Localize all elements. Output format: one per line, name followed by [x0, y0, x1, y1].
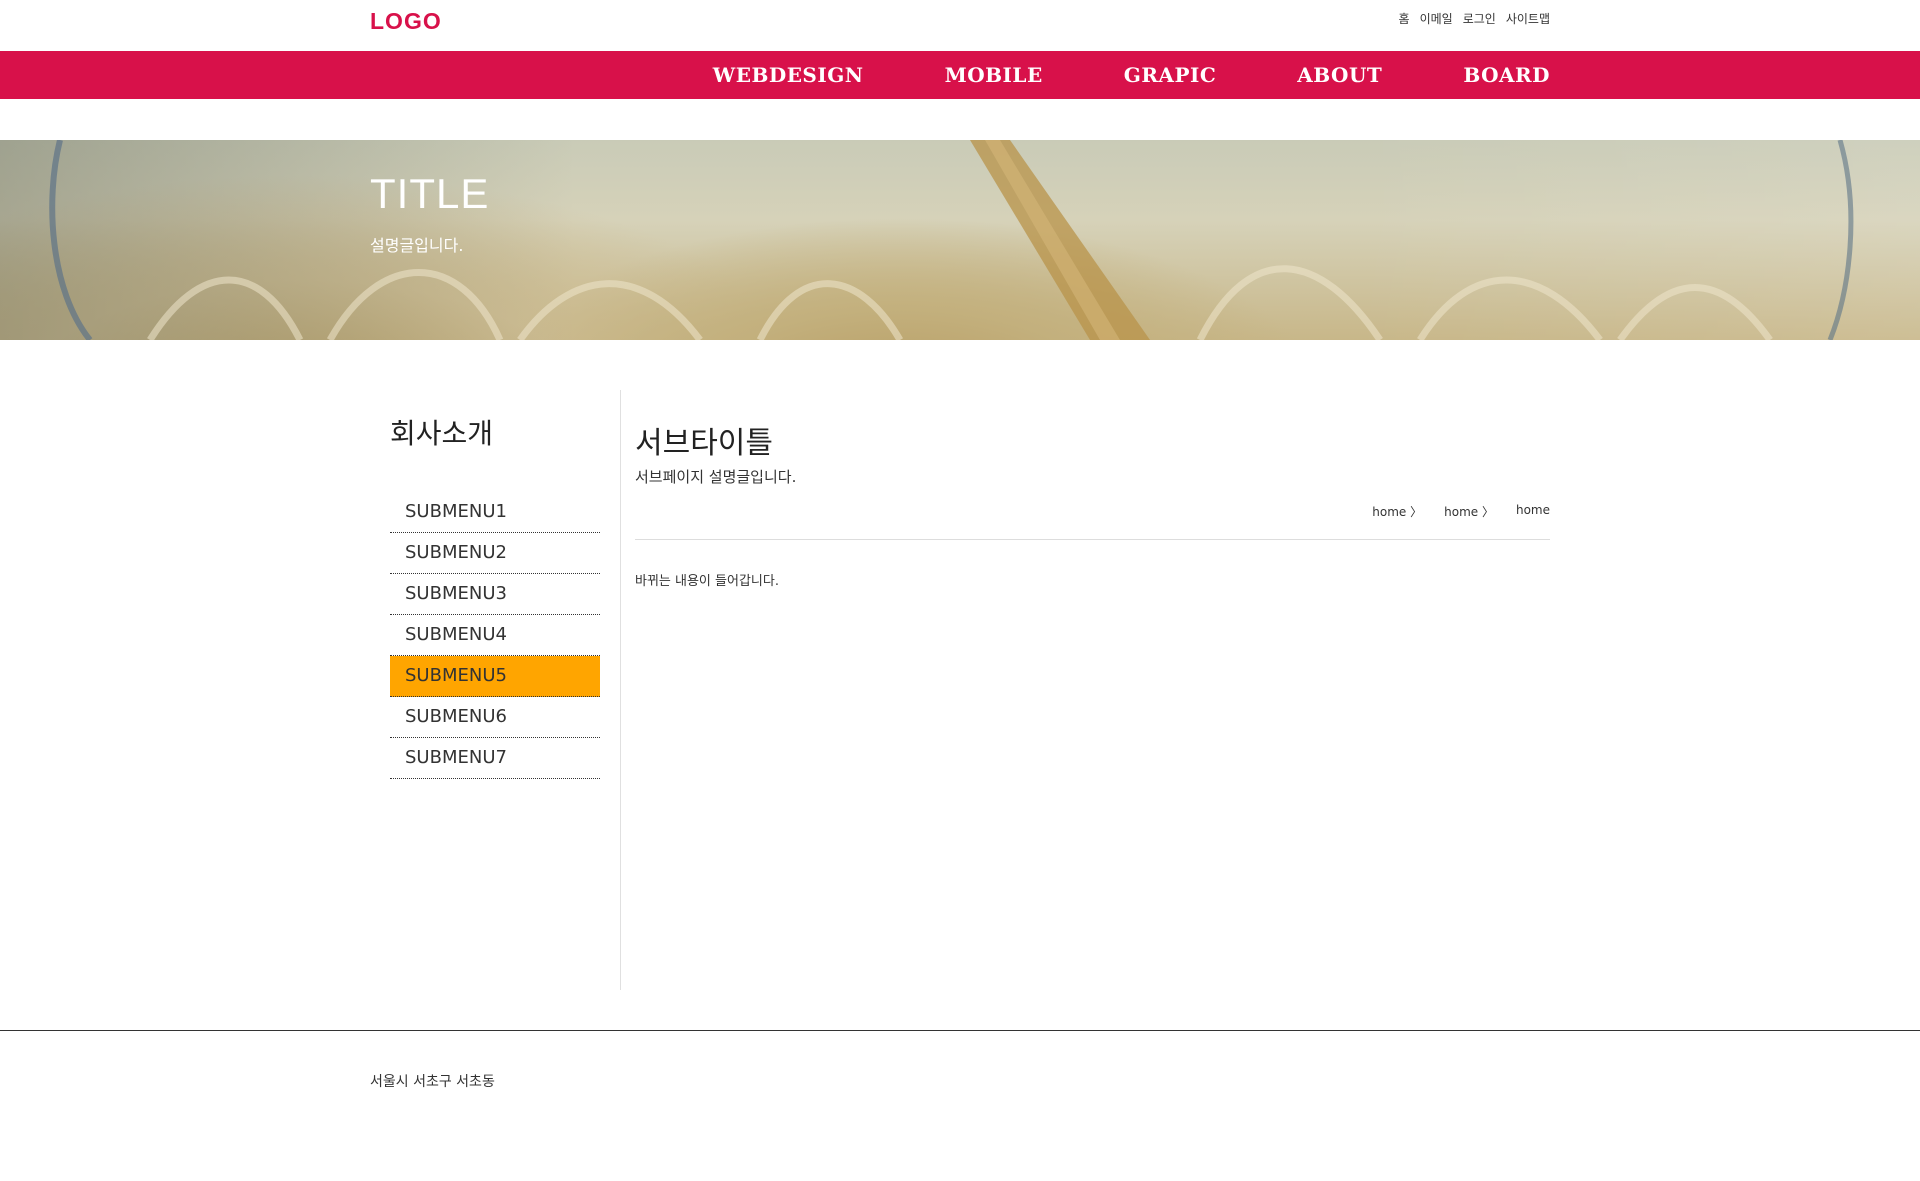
page-subtitle: 서브타이틀 — [635, 426, 773, 461]
sub-nav-item[interactable]: SUBMENU3 — [390, 574, 600, 615]
hero-background-art — [49, 140, 1854, 340]
sub-nav-item[interactable]: SUBMENU7 — [390, 738, 600, 779]
util-link-email[interactable]: 이메일 — [1420, 10, 1453, 27]
column-divider — [620, 390, 621, 990]
breadcrumb-item[interactable]: home 〉 — [1372, 503, 1422, 520]
nav-item-about[interactable]: ABOUT — [1297, 51, 1382, 99]
breadcrumb-item[interactable]: home 〉 — [1444, 503, 1494, 520]
sub-nav-item[interactable]: SUBMENU4 — [390, 615, 600, 656]
nav-item-webdesign[interactable]: WEBDESIGN — [713, 51, 864, 99]
util-link-home[interactable]: 홈 — [1399, 10, 1410, 27]
sub-nav-item[interactable]: SUBMENU6 — [390, 697, 600, 738]
nav-item-board[interactable]: BOARD — [1463, 51, 1550, 99]
sub-navigation: 회사소개 SUBMENU1 SUBMENU2 SUBMENU3 SUBMENU4… — [390, 412, 600, 779]
main-nav-bar: WEBDESIGN MOBILE GRAPIC ABOUT BOARD — [0, 51, 1920, 99]
content-body: 바뀌는 내용이 들어갑니다. — [635, 574, 779, 589]
sub-nav-item[interactable]: SUBMENU1 — [390, 492, 600, 533]
nav-item-grapic[interactable]: GRAPIC — [1124, 51, 1217, 99]
utility-nav: 홈 이메일 로그인 사이트맵 — [1399, 10, 1550, 27]
footer-divider — [0, 1030, 1920, 1031]
hero-description: 설명글입니다. — [370, 236, 464, 255]
sub-nav-title: 회사소개 — [390, 417, 494, 450]
util-link-sitemap[interactable]: 사이트맵 — [1506, 10, 1550, 27]
breadcrumb: home 〉 home 〉 home — [1372, 503, 1550, 520]
breadcrumb-item[interactable]: home — [1516, 503, 1550, 520]
hero-title: TITLE — [370, 170, 490, 217]
footer-address: 서울시 서초구 서초동 — [370, 1074, 495, 1090]
logo[interactable]: LOGO — [370, 8, 442, 35]
content-divider — [635, 539, 1550, 540]
nav-item-mobile[interactable]: MOBILE — [945, 51, 1043, 99]
sub-nav-item[interactable]: SUBMENU2 — [390, 533, 600, 574]
page-subdescription: 서브페이지 설명글입니다. — [635, 468, 797, 486]
content-area: 서브타이틀 서브페이지 설명글입니다. home 〉 home 〉 home 바… — [635, 418, 1550, 589]
util-link-login[interactable]: 로그인 — [1463, 10, 1496, 27]
sub-nav-item-active[interactable]: SUBMENU5 — [390, 656, 600, 697]
hero-banner: TITLE 설명글입니다. — [0, 140, 1920, 340]
